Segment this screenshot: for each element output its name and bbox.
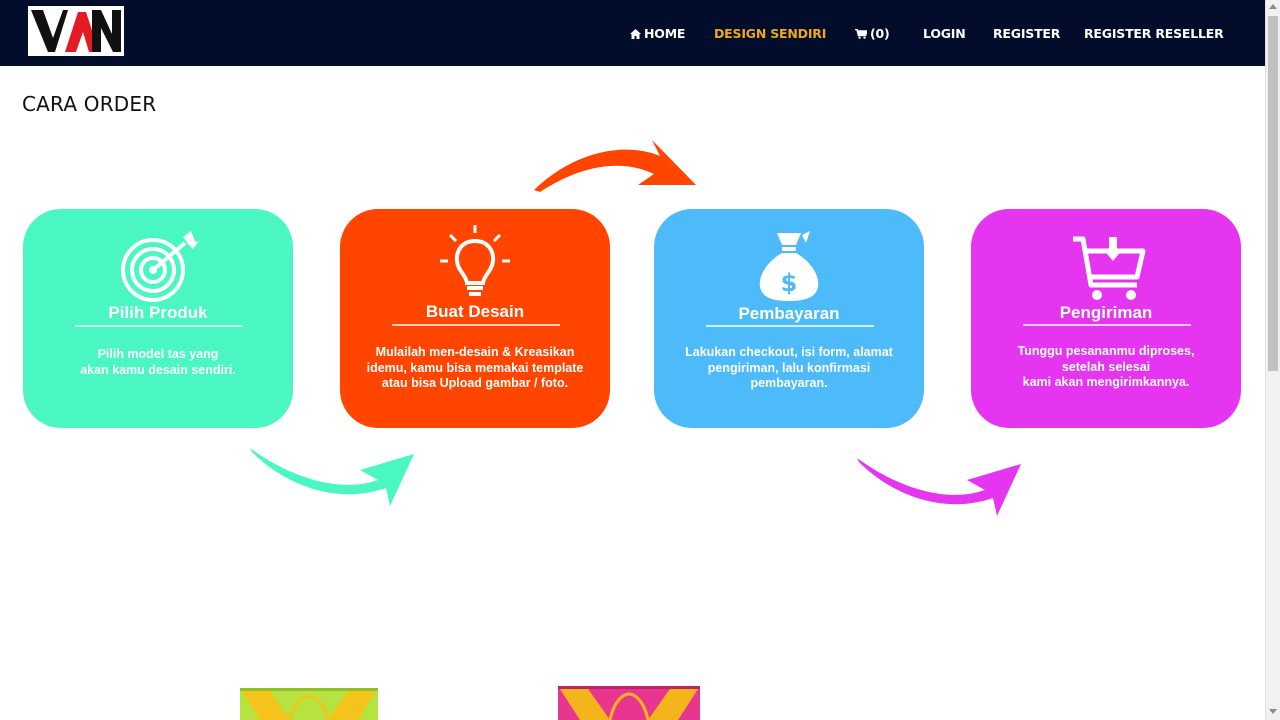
target-icon	[121, 231, 199, 302]
nav-login-label: LOGIN	[923, 26, 966, 41]
page: HOME DESIGN SENDIRI (0) LOGIN REGISTER R…	[0, 0, 1280, 720]
bag-image-green	[240, 688, 378, 720]
step-title: Pengiriman	[1059, 303, 1153, 322]
van-logo[interactable]	[28, 6, 124, 56]
nav-design-sendiri[interactable]: DESIGN SENDIRI	[714, 26, 826, 41]
step-card-pembayaran: $ Pembayaran Lakukan checkout, isi form,…	[654, 209, 924, 428]
nav-design-label: DESIGN SENDIRI	[714, 26, 827, 41]
bag-image-pink	[558, 686, 700, 720]
nav-cart[interactable]: (0)	[855, 26, 890, 41]
svg-text:$: $	[781, 269, 798, 297]
nav-register[interactable]: REGISTER	[993, 26, 1060, 41]
step-title: Buat Desain	[425, 302, 525, 321]
step-title: Pembayaran	[738, 304, 840, 323]
lightbulb-icon	[440, 225, 510, 296]
money-bag-icon: $	[759, 231, 819, 301]
home-icon	[630, 29, 641, 39]
step-card-pilih-produk: Pilih Produk Pilih model tas yang akan k…	[23, 209, 293, 428]
arrow-green-icon	[250, 448, 414, 506]
cart-download-icon	[1073, 236, 1146, 300]
nav-register-reseller-label: REGISTER RESELLER	[1084, 26, 1224, 41]
step-description: Lakukan checkout, isi form, alamat pengi…	[685, 345, 893, 390]
nav-cart-count: (0)	[870, 26, 890, 41]
title-underline	[75, 325, 243, 327]
arrow-orange-icon	[534, 140, 696, 192]
step-description: Pilih model tas yang akan kamu desain se…	[80, 347, 236, 377]
nav-home-label: HOME	[644, 26, 686, 41]
nav-register-label: REGISTER	[993, 26, 1061, 41]
step-title: Pilih Produk	[108, 303, 208, 322]
title-underline	[1023, 324, 1191, 326]
scroll-down-arrow-icon[interactable]	[1269, 709, 1277, 714]
scroll-thumb[interactable]	[1268, 16, 1278, 371]
scroll-up-arrow-icon[interactable]	[1269, 4, 1277, 9]
step-description: Mulailah men-desain & Kreasikan idemu, k…	[366, 345, 584, 390]
step-card-pengiriman: Pengiriman Tunggu pesananmu diproses, se…	[971, 209, 1241, 428]
title-underline	[392, 324, 560, 326]
cart-icon	[855, 28, 869, 39]
nav-login[interactable]: LOGIN	[923, 26, 966, 41]
title-underline	[706, 325, 874, 327]
step-card-buat-desain: Buat Desain Mulailah men-desain & Kreasi…	[340, 209, 610, 428]
page-title: CARA ORDER	[22, 92, 157, 116]
nav-register-reseller[interactable]: REGISTER RESELLER	[1084, 26, 1224, 41]
vertical-scrollbar[interactable]	[1265, 0, 1280, 720]
arrow-magenta-icon	[857, 458, 1021, 516]
nav-home[interactable]: HOME	[630, 26, 685, 41]
step-description: Tunggu pesananmu diproses, setelah seles…	[1017, 344, 1195, 389]
navbar: HOME DESIGN SENDIRI (0) LOGIN REGISTER R…	[0, 0, 1265, 66]
